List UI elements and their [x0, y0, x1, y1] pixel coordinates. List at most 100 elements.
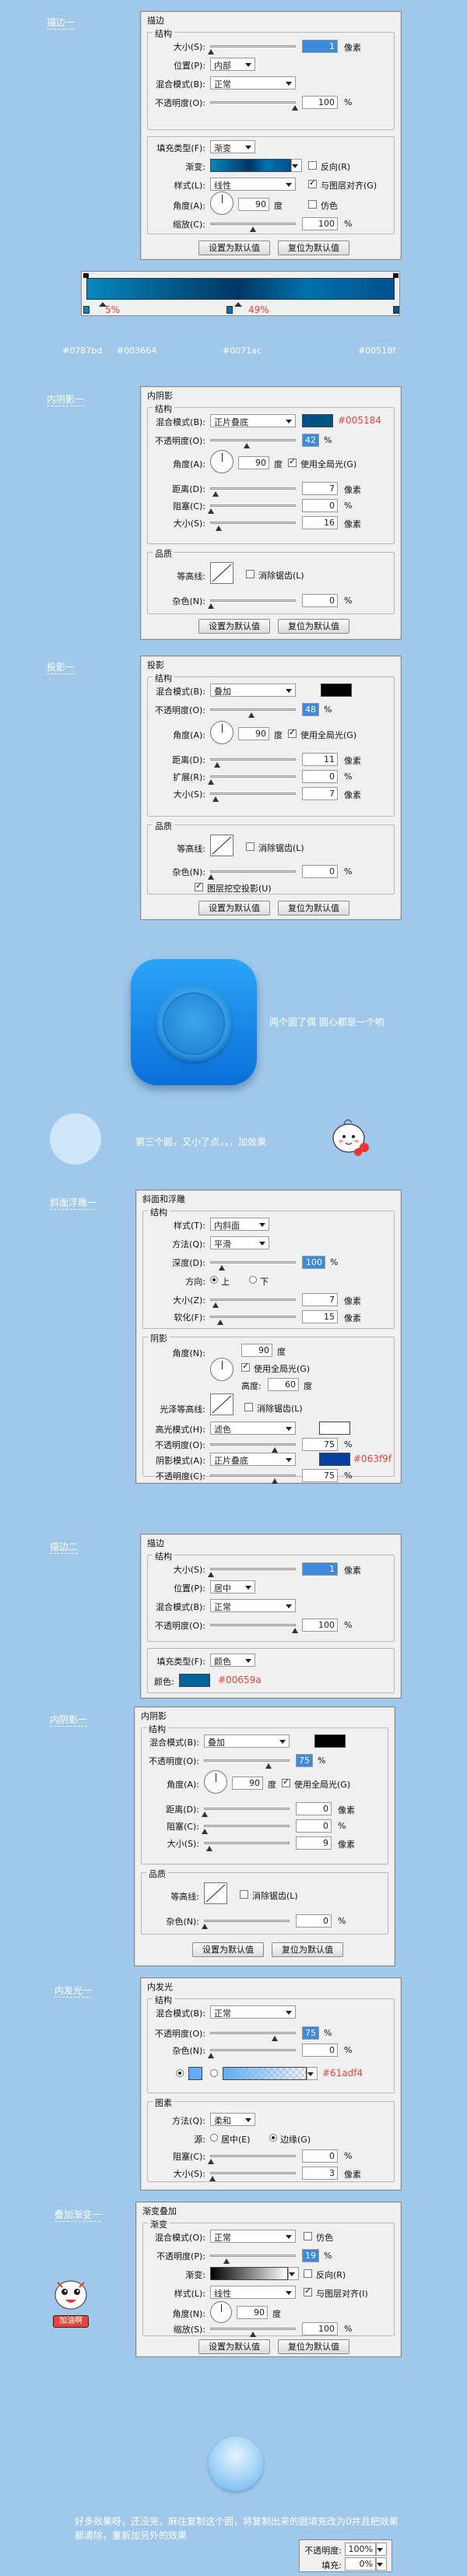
distance-slider[interactable]: [210, 758, 296, 768]
opacity-input[interactable]: 75: [302, 2026, 319, 2040]
position-select[interactable]: 内部: [210, 58, 255, 71]
angle-input[interactable]: 90: [237, 2306, 268, 2319]
reverse-checkbox[interactable]: [304, 2269, 312, 2278]
direction-down-radio[interactable]: [249, 1276, 257, 1284]
glow-gradient-preview[interactable]: [223, 2067, 307, 2080]
solid-color-radio[interactable]: [176, 2069, 184, 2077]
noise-slider[interactable]: [208, 870, 296, 880]
angle-dial[interactable]: [210, 721, 234, 744]
global-light-checkbox[interactable]: [288, 727, 297, 738]
noise-input[interactable]: 0: [302, 2044, 338, 2057]
size-input[interactable]: 1: [302, 1562, 338, 1576]
glow-color-swatch[interactable]: [188, 2067, 202, 2080]
antialias-checkbox[interactable]: [246, 842, 255, 851]
gradient-dropdown[interactable]: [288, 2267, 299, 2280]
set-default-button[interactable]: 设置为默认值: [192, 1942, 264, 1957]
distance-slider[interactable]: [210, 487, 296, 497]
layer-opacity-dropdown[interactable]: [376, 2543, 387, 2556]
method-select[interactable]: 平滑: [210, 1236, 269, 1249]
angle-dial[interactable]: [210, 192, 234, 215]
gradient-preview[interactable]: [210, 159, 291, 172]
distance-input[interactable]: 11: [302, 753, 338, 766]
contour-picker[interactable]: [210, 835, 234, 856]
opacity-input[interactable]: 19: [302, 2249, 319, 2262]
color-swatch[interactable]: [302, 414, 333, 427]
size-input[interactable]: 16: [302, 516, 338, 529]
choke-slider[interactable]: [202, 1825, 290, 1834]
sh-opacity-input[interactable]: 75: [302, 1469, 338, 1482]
size-input[interactable]: 7: [302, 787, 338, 800]
dither-checkbox[interactable]: [304, 2232, 312, 2240]
choke-input[interactable]: 0: [302, 2149, 338, 2163]
opacity-slider[interactable]: [210, 439, 296, 448]
opacity-stop-left[interactable]: [83, 273, 89, 278]
angle-dial[interactable]: [204, 1770, 227, 1794]
angle-input[interactable]: 90: [238, 456, 269, 469]
sh-opacity-slider[interactable]: [210, 1474, 296, 1484]
antialias-checkbox[interactable]: [244, 1403, 253, 1411]
scale-slider[interactable]: [210, 2328, 296, 2337]
angle-input[interactable]: 90: [232, 1776, 263, 1790]
midpoint-49[interactable]: [234, 302, 242, 307]
scale-input[interactable]: 100: [302, 2322, 338, 2335]
style-select[interactable]: 线性: [210, 2286, 296, 2299]
opacity-slider[interactable]: [210, 1624, 298, 1633]
blend-select[interactable]: 叠加: [210, 684, 296, 697]
dither-checkbox[interactable]: [308, 200, 317, 209]
global-light-checkbox[interactable]: [288, 456, 297, 467]
gradient-radio[interactable]: [210, 2069, 218, 2077]
hl-opacity-input[interactable]: 75: [302, 1438, 338, 1451]
angle-input[interactable]: 90: [241, 1344, 272, 1357]
style-select[interactable]: 线性: [210, 177, 296, 191]
noise-input[interactable]: 0: [296, 1914, 332, 1928]
direction-up-radio[interactable]: [210, 1276, 218, 1284]
noise-input[interactable]: 0: [302, 865, 338, 878]
opacity-input[interactable]: 100: [302, 1618, 338, 1632]
soften-slider[interactable]: [210, 1316, 296, 1325]
opacity-input[interactable]: 42: [302, 434, 319, 447]
highlight-swatch[interactable]: [319, 1422, 350, 1435]
size-slider[interactable]: [204, 1842, 290, 1851]
reset-default-button[interactable]: 复位为默认值: [278, 241, 349, 255]
opacity-slider[interactable]: [210, 708, 296, 718]
distance-slider[interactable]: [202, 1808, 290, 1817]
depth-slider[interactable]: [210, 1261, 296, 1270]
color-swatch[interactable]: [314, 1734, 346, 1748]
method-select[interactable]: 柔和: [210, 2113, 255, 2126]
opacity-slider[interactable]: [210, 101, 298, 111]
contour-picker[interactable]: [204, 1882, 227, 1904]
blend-select[interactable]: 正常: [210, 76, 296, 90]
filltype-select[interactable]: 颜色: [210, 1653, 255, 1667]
antialias-checkbox[interactable]: [240, 1890, 248, 1899]
size-slider[interactable]: [210, 1299, 296, 1308]
reset-default-button[interactable]: 复位为默认值: [278, 901, 349, 915]
opacity-slider[interactable]: [204, 1759, 290, 1769]
antialias-checkbox[interactable]: [246, 570, 255, 578]
layer-fill-input[interactable]: 0%: [345, 2557, 376, 2571]
reset-default-button[interactable]: 复位为默认值: [278, 2339, 349, 2354]
shadow-select[interactable]: 正片叠底: [210, 1453, 296, 1466]
choke-input[interactable]: 0: [296, 1819, 332, 1833]
choke-slider[interactable]: [208, 2155, 296, 2164]
opacity-input[interactable]: 100: [302, 96, 338, 109]
size-slider[interactable]: [209, 2172, 296, 2181]
set-default-button[interactable]: 设置为默认值: [198, 901, 270, 915]
noise-slider[interactable]: [208, 2049, 296, 2058]
global-light-checkbox[interactable]: [282, 1776, 290, 1787]
align-checkbox[interactable]: [308, 177, 317, 188]
altitude-input[interactable]: 60: [268, 1378, 299, 1391]
layer-fill-dropdown[interactable]: [376, 2557, 387, 2571]
depth-input[interactable]: 100: [302, 1256, 325, 1269]
gradient-preview[interactable]: [210, 2267, 288, 2280]
size-input[interactable]: 9: [296, 1836, 332, 1850]
align-checkbox[interactable]: [304, 2286, 312, 2297]
color-swatch[interactable]: [179, 1674, 210, 1687]
angle-input[interactable]: 90: [238, 198, 269, 211]
soften-input[interactable]: 15: [302, 1310, 338, 1323]
spread-input[interactable]: 0: [302, 770, 338, 783]
scale-input[interactable]: 100: [302, 217, 338, 230]
size-slider[interactable]: [208, 1568, 296, 1577]
size-slider[interactable]: [210, 522, 296, 531]
filltype-select[interactable]: 渐变: [210, 140, 255, 153]
opacity-stop-right[interactable]: [393, 273, 399, 278]
